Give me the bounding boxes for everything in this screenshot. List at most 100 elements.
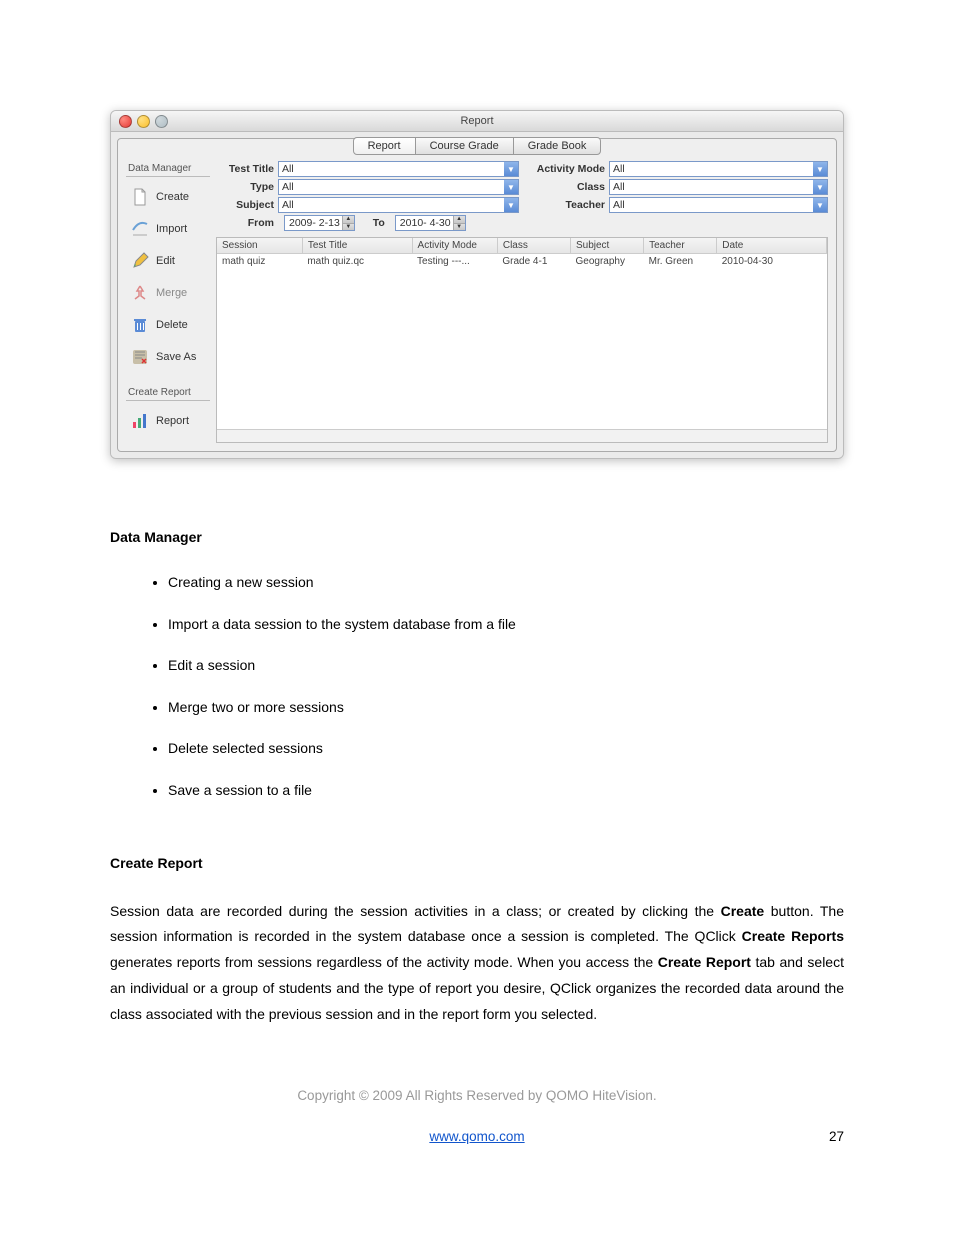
- combo-value: All: [282, 181, 294, 193]
- sidebar-item-label: Save As: [156, 351, 196, 363]
- sidebar-item-label: Create: [156, 191, 189, 203]
- tabs: Report Course Grade Grade Book: [126, 137, 828, 155]
- to-date-field[interactable]: 2010- 4-30 ▲▼: [395, 215, 466, 231]
- list-item: Merge two or more sessions: [168, 698, 844, 718]
- bold-create: Create: [721, 903, 765, 919]
- chevron-down-icon: ▼: [813, 180, 827, 194]
- spin-down-icon[interactable]: ▼: [342, 224, 354, 231]
- subject-combo[interactable]: All ▼: [278, 197, 519, 213]
- zoom-icon[interactable]: [155, 115, 168, 128]
- teacher-label: Teacher: [525, 199, 609, 211]
- cell-session: math quiz: [217, 254, 302, 270]
- combo-value: All: [282, 163, 294, 175]
- sidebar-item-edit[interactable]: Edit: [126, 245, 210, 277]
- col-session[interactable]: Session: [217, 238, 302, 254]
- document-icon: [130, 187, 150, 207]
- from-label: From: [216, 217, 278, 229]
- sidebar-group-create-report: Create Report: [126, 385, 210, 401]
- list-item: Creating a new session: [168, 573, 844, 593]
- date-value: 2010- 4-30: [400, 217, 451, 229]
- bold-create-reports: Create Reports: [742, 928, 844, 944]
- sidebar-item-merge[interactable]: Merge: [126, 277, 210, 309]
- cell-teacher: Mr. Green: [644, 254, 717, 270]
- list-item: Save a session to a file: [168, 781, 844, 801]
- copyright-text: Copyright © 2009 All Rights Reserved by …: [110, 1088, 844, 1103]
- titlebar: Report: [111, 111, 843, 132]
- class-combo[interactable]: All ▼: [609, 179, 828, 195]
- delete-icon: [130, 315, 150, 335]
- spin-up-icon[interactable]: ▲: [453, 216, 465, 224]
- combo-value: All: [613, 199, 625, 211]
- import-icon: [130, 219, 150, 239]
- page-number: 27: [829, 1129, 844, 1144]
- cell-test-title: math quiz.qc: [302, 254, 412, 270]
- cell-class: Grade 4-1: [497, 254, 570, 270]
- data-manager-list: Creating a new session Import a data ses…: [110, 573, 844, 801]
- test-title-label: Test Title: [216, 163, 278, 175]
- sidebar: Data Manager Create Import: [126, 161, 210, 443]
- to-label: To: [361, 217, 389, 229]
- text-span: Session data are recorded during the ses…: [110, 903, 721, 919]
- chevron-down-icon: ▼: [813, 198, 827, 212]
- combo-value: All: [613, 163, 625, 175]
- cell-activity-mode: Testing ---...: [412, 254, 497, 270]
- sidebar-item-label: Merge: [156, 287, 187, 299]
- col-subject[interactable]: Subject: [570, 238, 643, 254]
- merge-icon: [130, 283, 150, 303]
- filter-panel: Test Title All ▼ Activity Mode: [216, 161, 828, 233]
- sidebar-group-data-manager: Data Manager: [126, 161, 210, 177]
- activity-mode-label: Activity Mode: [525, 163, 609, 175]
- col-date[interactable]: Date: [717, 238, 827, 254]
- sidebar-item-label: Delete: [156, 319, 188, 331]
- chevron-down-icon: ▼: [813, 162, 827, 176]
- traffic-lights: [119, 115, 168, 128]
- close-icon[interactable]: [119, 115, 132, 128]
- date-value: 2009- 2-13: [289, 217, 340, 229]
- url-link[interactable]: www.qomo.com: [429, 1129, 524, 1144]
- combo-value: All: [613, 181, 625, 193]
- table-header-row: Session Test Title Activity Mode Class S…: [217, 238, 827, 254]
- tab-grade-book[interactable]: Grade Book: [513, 137, 602, 155]
- sidebar-item-label: Report: [156, 415, 189, 427]
- heading-data-manager: Data Manager: [110, 529, 844, 545]
- sidebar-item-label: Import: [156, 223, 187, 235]
- sidebar-item-label: Edit: [156, 255, 175, 267]
- col-test-title[interactable]: Test Title: [302, 238, 412, 254]
- test-title-combo[interactable]: All ▼: [278, 161, 519, 177]
- scrollbar[interactable]: [217, 429, 827, 442]
- list-item: Import a data session to the system data…: [168, 615, 844, 635]
- tab-report[interactable]: Report: [353, 137, 416, 155]
- spin-down-icon[interactable]: ▼: [453, 224, 465, 231]
- col-activity-mode[interactable]: Activity Mode: [412, 238, 497, 254]
- activity-mode-combo[interactable]: All ▼: [609, 161, 828, 177]
- subject-label: Subject: [216, 199, 278, 211]
- tab-course-grade[interactable]: Course Grade: [415, 137, 514, 155]
- type-label: Type: [216, 181, 278, 193]
- pencil-icon: [130, 251, 150, 271]
- table-row[interactable]: math quiz math quiz.qc Testing ---... Gr…: [217, 254, 827, 270]
- list-item: Edit a session: [168, 656, 844, 676]
- text-span: generates reports from sessions regardle…: [110, 954, 658, 970]
- list-item: Delete selected sessions: [168, 739, 844, 759]
- window-title: Report: [111, 115, 843, 127]
- results-table: Session Test Title Activity Mode Class S…: [216, 237, 828, 443]
- bold-create-report-tab: Create Report: [658, 954, 751, 970]
- teacher-combo[interactable]: All ▼: [609, 197, 828, 213]
- col-class[interactable]: Class: [497, 238, 570, 254]
- sidebar-item-save-as[interactable]: Save As: [126, 341, 210, 373]
- col-teacher[interactable]: Teacher: [644, 238, 717, 254]
- footer: www.qomo.com 27: [110, 1129, 844, 1144]
- heading-create-report: Create Report: [110, 855, 844, 871]
- sidebar-item-delete[interactable]: Delete: [126, 309, 210, 341]
- sidebar-item-create[interactable]: Create: [126, 181, 210, 213]
- sidebar-item-report[interactable]: Report: [126, 405, 210, 437]
- save-icon: [130, 347, 150, 367]
- create-report-paragraph: Session data are recorded during the ses…: [110, 899, 844, 1028]
- from-date-field[interactable]: 2009- 2-13 ▲▼: [284, 215, 355, 231]
- report-window: Report Report Course Grade Grade Book Da…: [110, 110, 844, 459]
- sidebar-item-import[interactable]: Import: [126, 213, 210, 245]
- class-label: Class: [525, 181, 609, 193]
- spin-up-icon[interactable]: ▲: [342, 216, 354, 224]
- type-combo[interactable]: All ▼: [278, 179, 519, 195]
- minimize-icon[interactable]: [137, 115, 150, 128]
